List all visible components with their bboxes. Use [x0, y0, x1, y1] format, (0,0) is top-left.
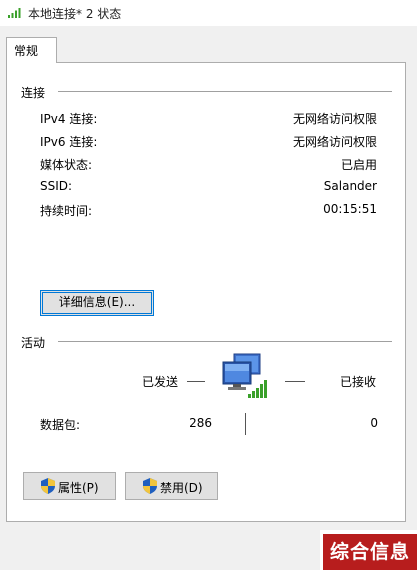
details-button[interactable]: 详细信息(E)...	[40, 290, 154, 316]
sent-dash	[187, 381, 205, 382]
wifi-signal-icon	[8, 8, 21, 18]
tab-general[interactable]: 常规	[6, 37, 57, 63]
disable-button[interactable]: 禁用(D)	[125, 472, 218, 500]
properties-button[interactable]: 属性(P)	[23, 472, 116, 500]
packets-received-value: 0	[370, 416, 378, 430]
ipv4-value: 无网络访问权限	[292, 112, 377, 126]
media-state-label: 媒体状态:	[40, 158, 93, 172]
uac-shield-icon	[143, 478, 157, 494]
duration-value: 00:15:51	[323, 202, 377, 216]
media-state-value: 已启用	[340, 158, 377, 172]
title-bar[interactable]: 本地连接* 2 状态	[0, 0, 417, 26]
sent-label: 已发送	[142, 375, 179, 389]
packets-separator	[245, 413, 246, 435]
window-title: 本地连接* 2 状态	[28, 7, 122, 21]
ssid-label: SSID:	[40, 179, 73, 193]
connection-section-label: 连接	[21, 86, 46, 100]
connection-divider	[58, 91, 392, 92]
activity-divider	[58, 341, 392, 342]
activity-section-label: 活动	[21, 336, 46, 350]
packets-sent-value: 286	[189, 416, 212, 430]
network-computer-icon	[222, 353, 267, 398]
uac-shield-icon	[41, 478, 55, 494]
ssid-value: Salander	[323, 179, 377, 193]
packets-label: 数据包:	[40, 418, 81, 432]
watermark: 综合信息	[323, 534, 417, 570]
received-label: 已接收	[340, 375, 377, 389]
disable-button-label: 禁用(D)	[160, 481, 203, 495]
ipv6-label: IPv6 连接:	[40, 135, 98, 149]
ipv6-value: 无网络访问权限	[292, 135, 377, 149]
tab-general-label: 常规	[14, 44, 39, 58]
duration-label: 持续时间:	[40, 204, 93, 218]
ipv4-label: IPv4 连接:	[40, 112, 98, 126]
received-dash	[285, 381, 305, 382]
properties-button-label: 属性(P)	[58, 481, 99, 495]
